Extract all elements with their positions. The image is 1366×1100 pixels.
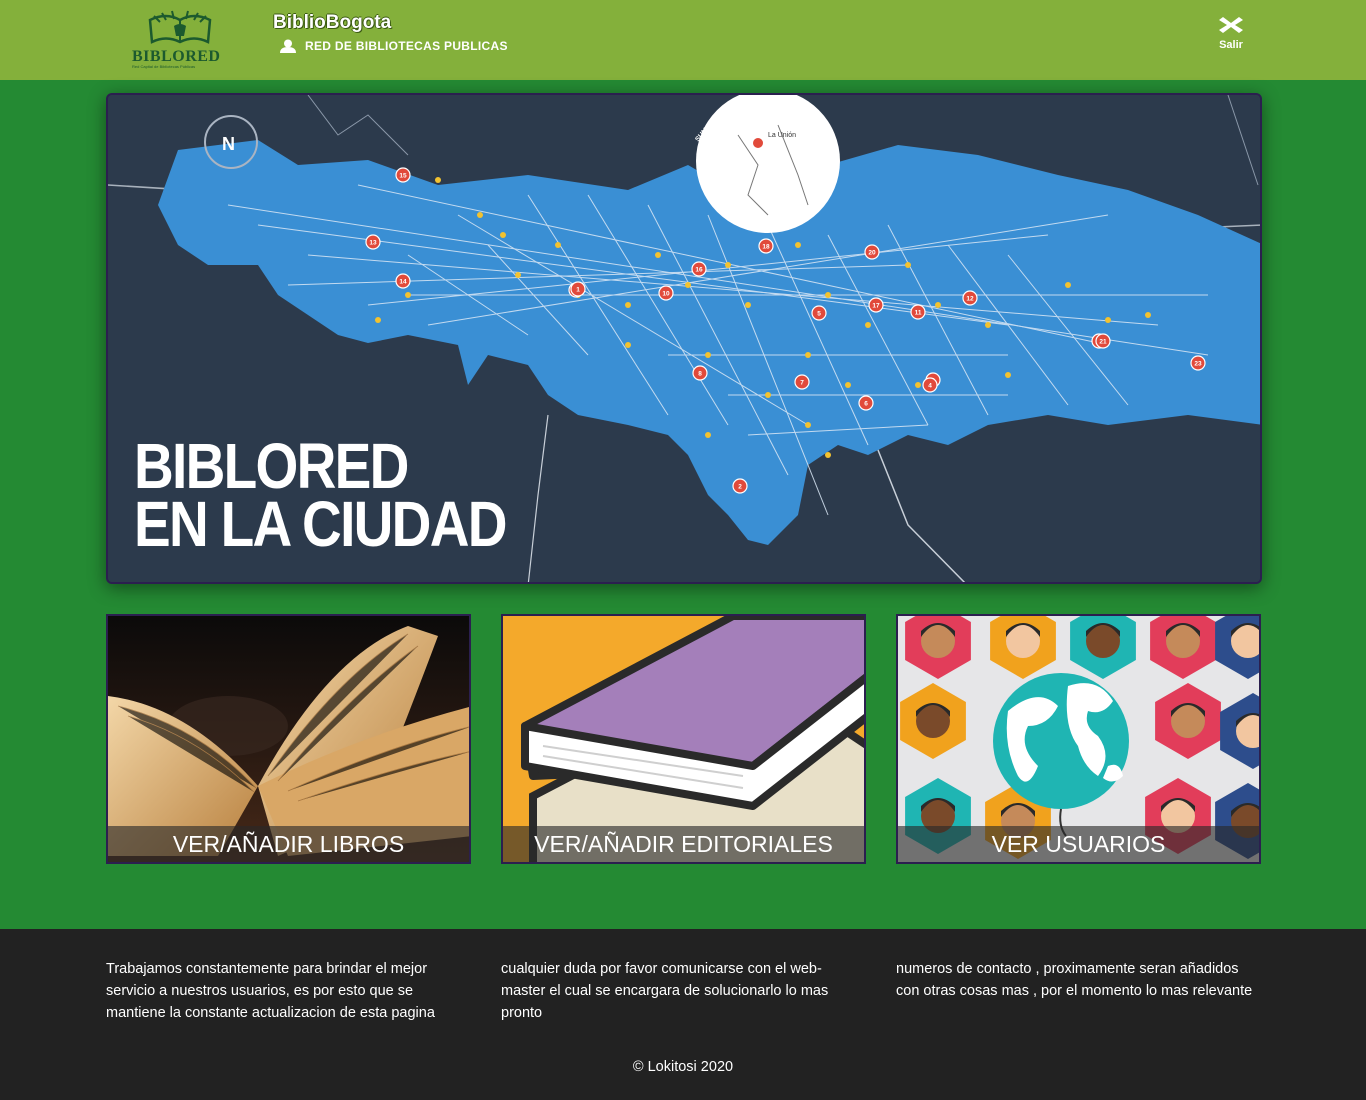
site-title: BiblioBogota (273, 12, 392, 33)
card-publishers[interactable]: VER/AÑADIR EDITORIALES (501, 614, 866, 864)
copyright: © Lokitosi 2020 (632, 1059, 734, 1075)
card-publishers-label: VER/AÑADIR EDITORIALES (503, 826, 864, 862)
map-marker-label: 10 (662, 291, 670, 298)
card-books-label: VER/AÑADIR LIBROS (108, 826, 469, 862)
map-marker-label: 7 (800, 380, 804, 387)
card-users[interactable]: VER USUARIOS (896, 614, 1261, 864)
card-books[interactable]: VER/AÑADIR LIBROS (106, 614, 471, 864)
map-marker-label: 6 (864, 401, 868, 408)
banner-title-line1: BIBLORED (134, 430, 409, 502)
map-marker-label: 1 (576, 287, 580, 294)
map-marker-label: 4 (928, 383, 932, 390)
banner-title-line2: EN LA CIUDAD (134, 488, 507, 560)
site-subtitle: RED DE BIBLIOTECAS PUBLICAS (279, 39, 508, 53)
top-navbar: BIBLORED Red Capital de Bibliotecas Públ… (0, 0, 1366, 80)
logo-subtitle: Red Capital de Bibliotecas Públicas (132, 64, 196, 69)
close-icon (1219, 17, 1243, 33)
map-marker-label: 20 (868, 250, 876, 257)
map-marker-label: 17 (872, 303, 880, 310)
map-marker-label: 8 (698, 371, 702, 378)
map-marker-label: 13 (369, 240, 377, 247)
footer-contact-text: cualquier duda por favor comunicarse con… (501, 961, 829, 1021)
map-marker-label: 16 (695, 267, 703, 274)
map-marker-label: 5 (817, 311, 821, 318)
map-marker-label: 14 (399, 279, 407, 286)
map-marker-label: 21 (1099, 339, 1107, 346)
open-book-icon (148, 10, 212, 44)
logout-button[interactable]: Salir (1206, 16, 1256, 51)
map-marker-label: 11 (915, 310, 922, 317)
card-users-label: VER USUARIOS (898, 826, 1259, 862)
logout-label: Salir (1219, 39, 1243, 51)
map-marker-label: 2 (738, 484, 742, 491)
banner-title: BIBLORED EN LA CIUDAD (134, 430, 507, 560)
biblored-logo[interactable]: BIBLORED Red Capital de Bibliotecas Públ… (128, 8, 232, 70)
map-marker-label: 23 (1194, 361, 1202, 368)
hero-banner: La Unión SUMAPAZ N 131514109161820121117… (106, 93, 1262, 584)
footer-phone-text: numeros de contacto , proximamente seran… (896, 961, 1253, 999)
map-marker-label: 15 (399, 173, 407, 180)
footer-about-text: Trabajamos constantemente para brindar e… (106, 961, 435, 1021)
map-marker-label: 18 (762, 244, 770, 251)
inset-label: La Unión (768, 132, 796, 139)
user-icon (280, 39, 296, 53)
site-subtitle-label: RED DE BIBLIOTECAS PUBLICAS (305, 39, 508, 53)
page-footer: Trabajamos constantemente para brindar e… (0, 929, 1366, 1100)
map-marker-label: 12 (966, 296, 974, 303)
compass-label: N (222, 134, 235, 154)
